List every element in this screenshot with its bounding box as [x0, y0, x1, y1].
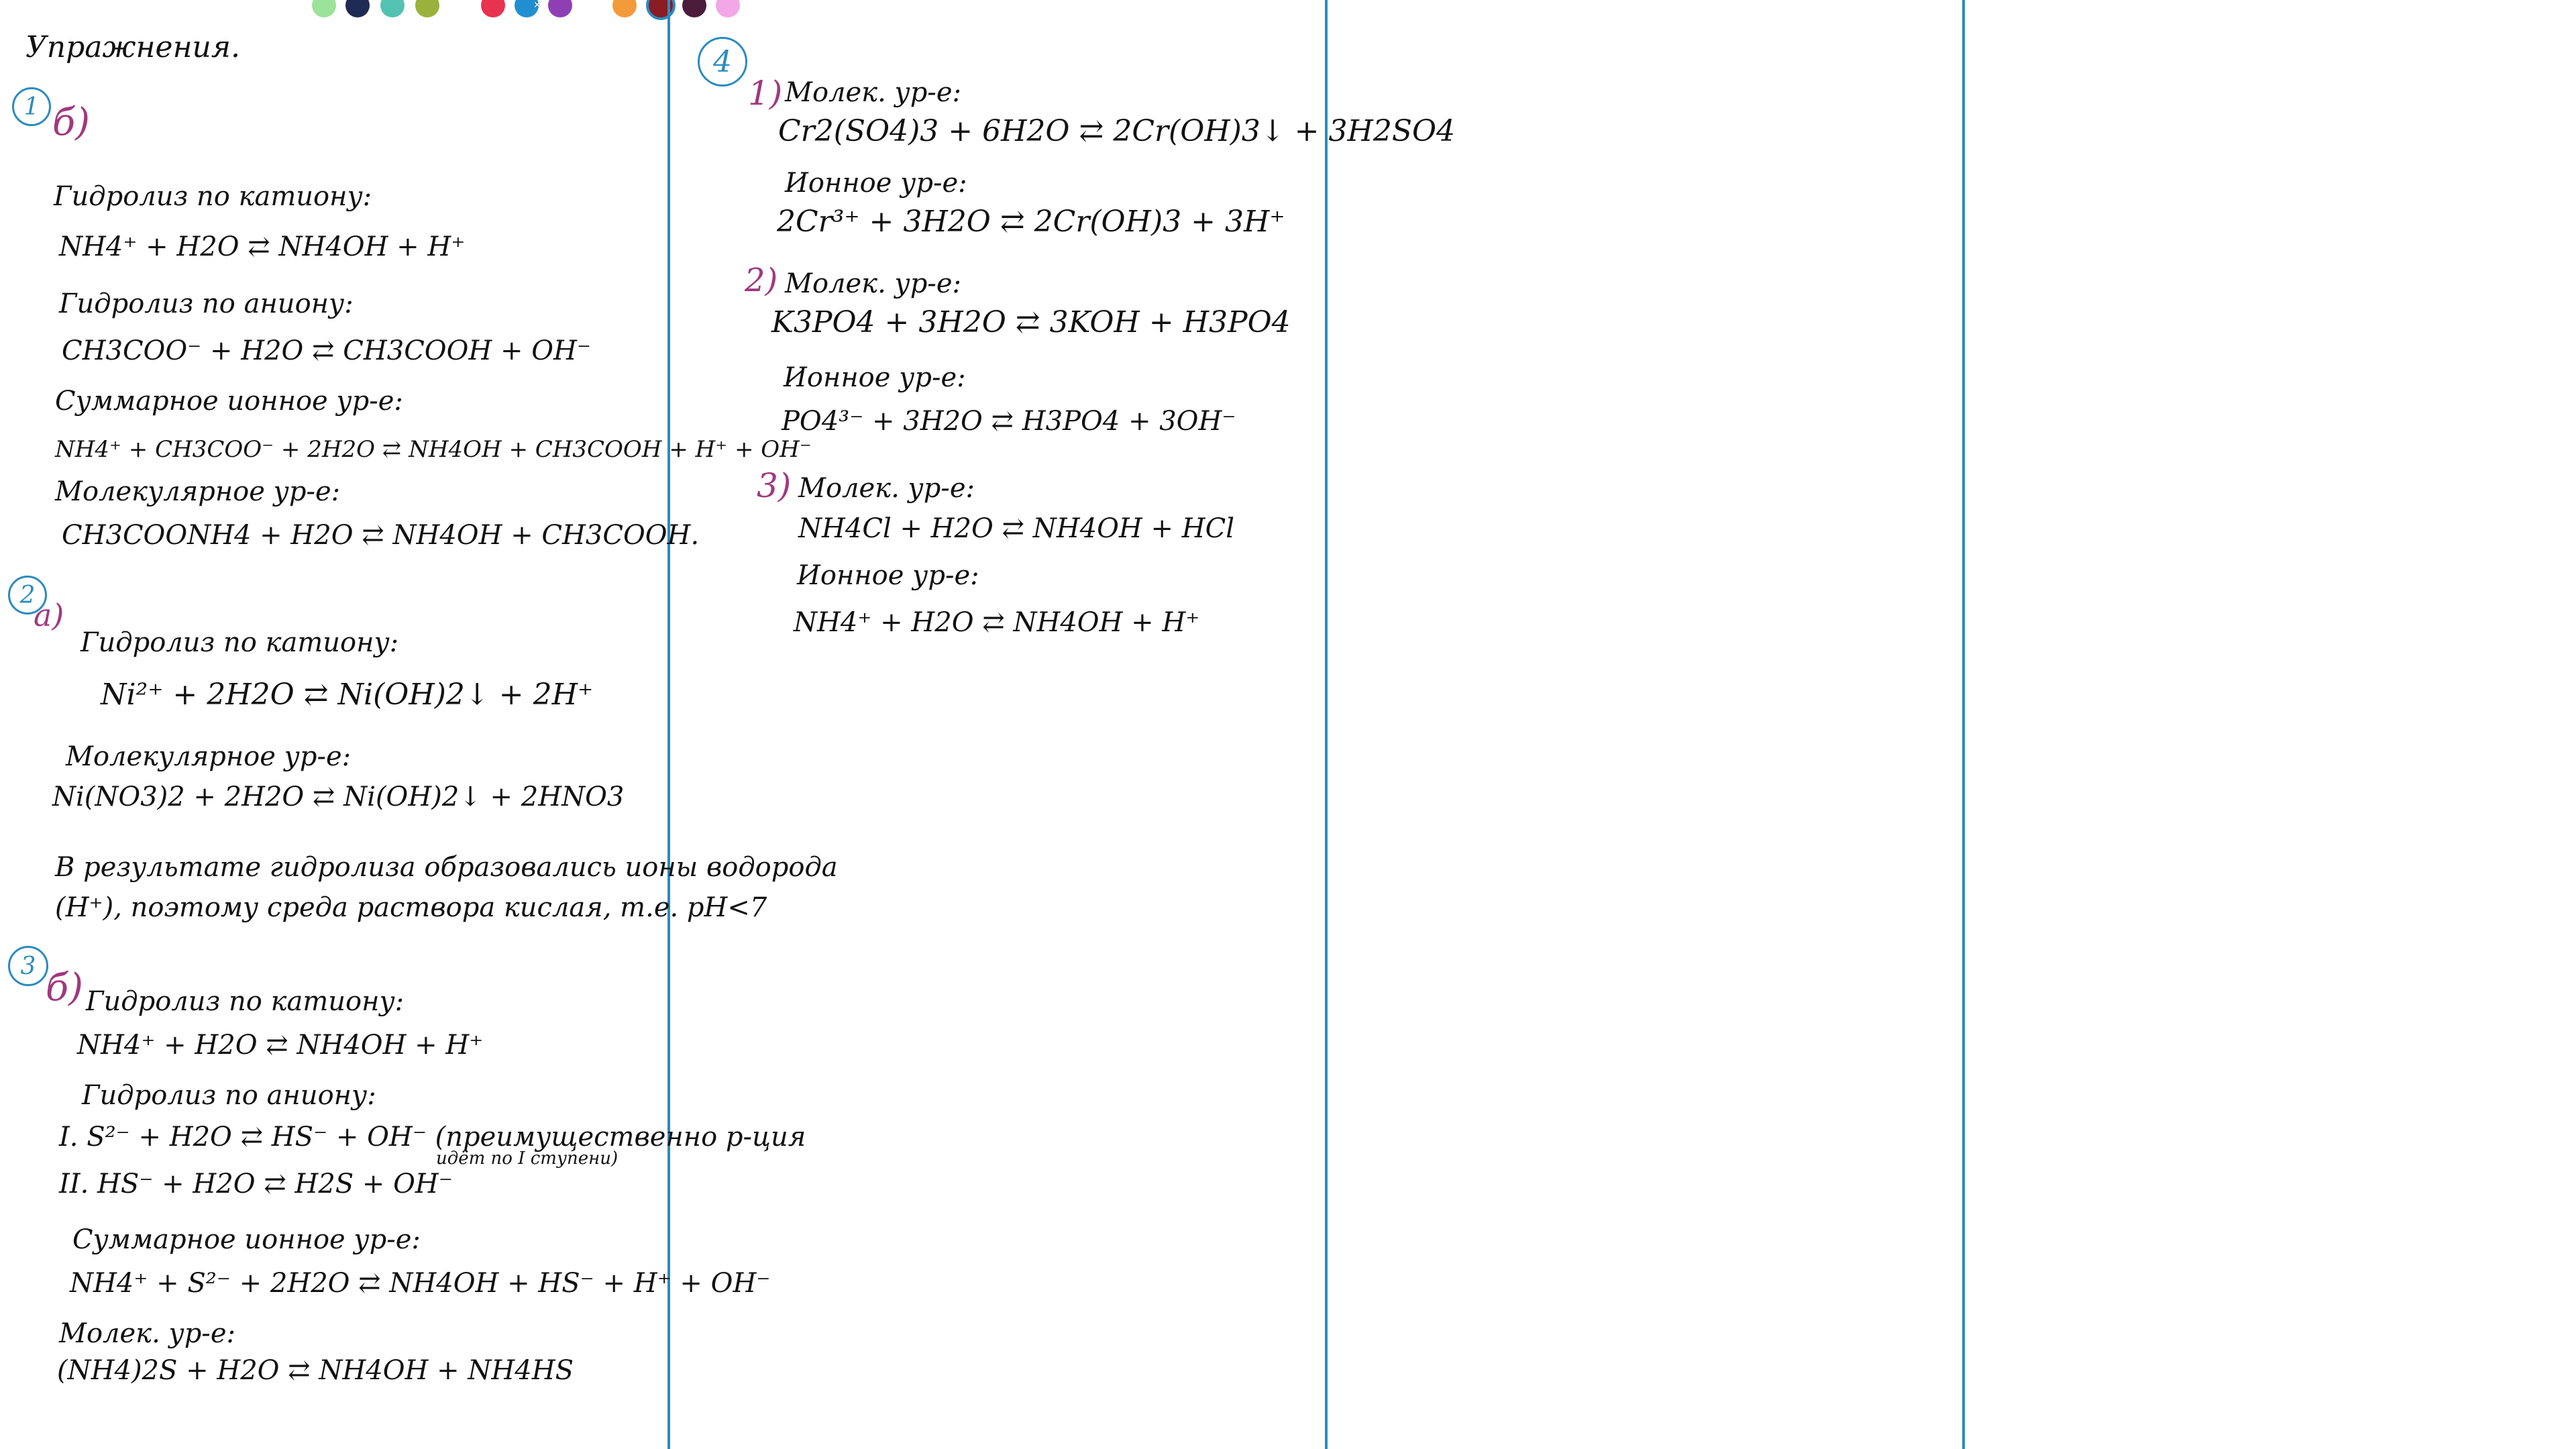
page-title: Упражнения.: [25, 30, 241, 64]
task-2-line-1: Гидролиз по катиону:: [80, 627, 399, 658]
task-4-part-3-line-2: NH4Cl + H2O ⇄ NH4OH + HCl: [798, 513, 1234, 544]
task-1-line-3: Гидролиз по аниону:: [59, 288, 354, 319]
notes-column-3[interactable]: [1328, 0, 1959, 1449]
task-1-line-1: Гидролиз по катиону:: [54, 181, 372, 212]
task-3-line-9: (NH4)2S + H2O ⇄ NH4OH + NH4HS: [57, 1355, 574, 1386]
notes-column-1: Упражнения. 1 б) Гидролиз по катиону: NH…: [0, 0, 838, 1449]
task-4-part-3-line-3: Ионное ур-е:: [797, 560, 979, 591]
task-4-part-1-label: 1): [748, 74, 783, 113]
task-1-label: б): [52, 101, 91, 144]
task-3-number: 3: [8, 946, 48, 986]
task-4-part-3-line-1: Молек. ур-е:: [798, 473, 975, 504]
task-4-part-2-line-1: Молек. ур-е:: [785, 268, 961, 299]
task-1-line-7: Молекулярное ур-е:: [55, 476, 341, 507]
task-3-line-8: Молек. ур-е:: [59, 1318, 235, 1349]
task-2-line-6: (H⁺), поэтому среда раствора кислая, т.е…: [55, 892, 767, 923]
task-3-label: б): [46, 966, 84, 1010]
task-3-line-7: NH4⁺ + S²⁻ + 2H2O ⇄ NH4OH + HS⁻ + H⁺ + O…: [70, 1268, 771, 1299]
task-4-part-1-line-4: 2Cr³⁺ + 3H2O ⇄ 2Cr(OH)3 + 3H⁺: [777, 205, 1285, 239]
notes-column-4[interactable]: [1966, 0, 2576, 1449]
task-4-part-2-line-4: PO4³⁻ + 3H2O ⇄ H3PO4 + 3OH⁻: [782, 406, 1236, 437]
column-divider-1: [667, 0, 670, 1449]
task-2-line-4: Ni(NO3)2 + 2H2O ⇄ Ni(OH)2↓ + 2HNO3: [52, 782, 625, 812]
notes-column-2: 4 1) Молек. ур-е: Cr2(SO4)3 + 6H2O ⇄ 2Cr…: [671, 0, 1455, 1449]
task-4-part-1-line-3: Ионное ур-е:: [785, 168, 967, 199]
task-1-line-5: Суммарное ионное ур-е:: [55, 386, 403, 417]
task-3-line-4b: идёт по I ступени): [436, 1148, 619, 1169]
task-4-part-3-line-4: NH4⁺ + H2O ⇄ NH4OH + H⁺: [794, 607, 1200, 638]
column-divider-2: [1325, 0, 1328, 1449]
task-3-line-6: Суммарное ионное ур-е:: [72, 1224, 421, 1255]
task-3-line-5: II. HS⁻ + H2O ⇄ H2S + OH⁻: [59, 1169, 453, 1199]
task-1-line-4: CH3COO⁻ + H2O ⇄ CH3COOH + OH⁻: [62, 335, 592, 366]
task-4-number: 4: [698, 37, 747, 87]
task-2-label: а): [34, 597, 64, 633]
task-2-line-2: Ni²⁺ + 2H2O ⇄ Ni(OH)2↓ + 2H⁺: [101, 678, 594, 712]
task-4-part-3-label: 3): [757, 466, 792, 505]
task-3-line-1: Гидролиз по катиону:: [86, 986, 405, 1017]
task-1-line-2: NH4⁺ + H2O ⇄ NH4OH + H⁺: [59, 231, 466, 262]
task-4-part-2-line-2: K3PO4 + 3H2O ⇄ 3KOH + H3PO4: [771, 305, 1291, 339]
task-3-line-2: NH4⁺ + H2O ⇄ NH4OH + H⁺: [77, 1030, 484, 1061]
task-4-part-1-line-1: Молек. ур-е:: [785, 77, 961, 108]
column-divider-3: [1962, 0, 1965, 1449]
task-3-line-3: Гидролиз по аниону:: [82, 1080, 376, 1111]
task-4-part-2-line-3: Ионное ур-е:: [784, 362, 966, 393]
task-2-line-3: Молекулярное ур-е:: [66, 741, 352, 772]
task-4-part-2-label: 2): [745, 262, 778, 299]
task-1-line-8: CH3COONH4 + H2O ⇄ NH4OH + CH3COOH.: [62, 520, 700, 551]
task-1-number: 1: [12, 87, 51, 126]
